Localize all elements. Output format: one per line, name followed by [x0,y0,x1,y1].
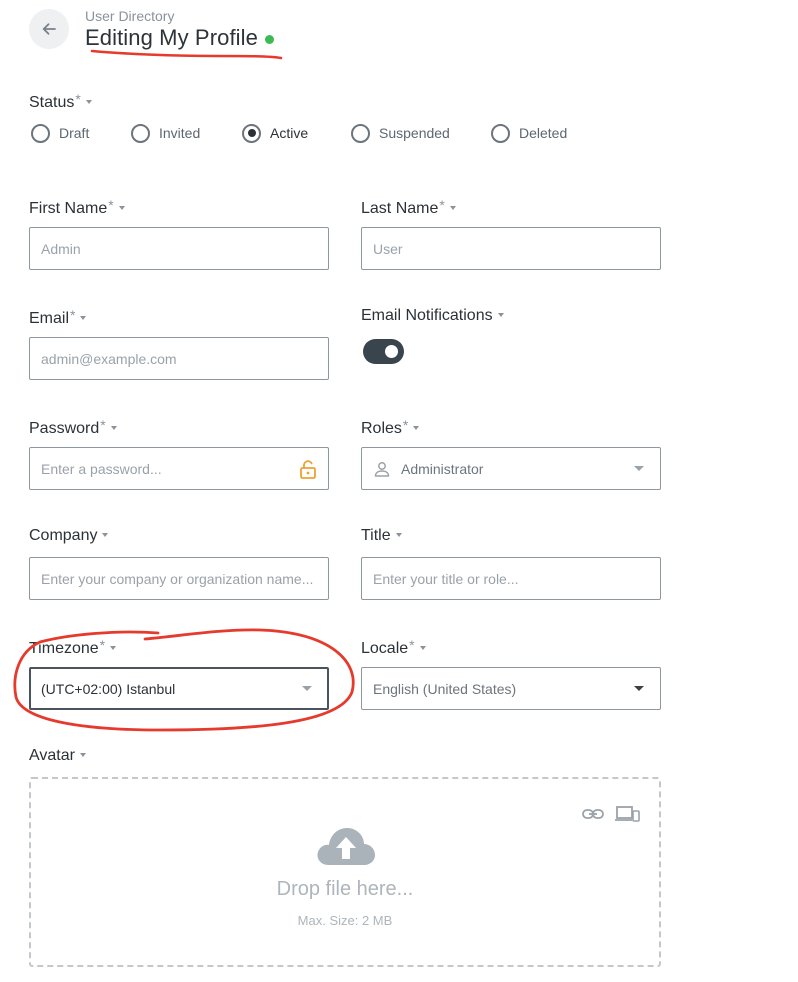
avatar-dropzone[interactable]: Drop file here... Max. Size: 2 MB [29,777,661,967]
locale-select[interactable]: English (United States) [361,667,661,710]
locale-label: Locale* [361,637,426,658]
cloud-upload-icon [317,828,375,865]
email-notifications-label: Email Notifications [361,307,504,325]
first-name-label: First Name* [29,197,125,218]
breadcrumb[interactable]: User Directory [85,8,174,24]
email-field[interactable] [29,337,329,380]
status-radio-suspended[interactable]: Suspended [351,123,450,143]
first-name-input[interactable] [41,240,317,257]
profile-edit-page: User Directory Editing My Profile Status… [0,0,798,982]
password-label: Password* [29,417,117,438]
chevron-down-icon [634,686,644,691]
online-status-dot [265,35,274,44]
email-notifications-toggle[interactable] [363,339,404,364]
title-field[interactable] [361,557,661,600]
link-icon[interactable] [582,807,604,821]
last-name-field[interactable] [361,227,661,270]
password-input[interactable] [41,460,293,477]
password-field[interactable] [29,447,329,490]
status-label: Status* [29,91,92,112]
roles-select[interactable]: Administrator [361,447,661,490]
company-input[interactable] [41,570,317,587]
timezone-select[interactable]: (UTC+02:00) Istanbul [29,667,329,710]
radio-circle [131,123,150,143]
avatar-label: Avatar [29,747,86,765]
roles-value: Administrator [401,460,484,477]
company-field[interactable] [29,557,329,600]
last-name-input[interactable] [373,240,649,257]
first-name-field[interactable] [29,227,329,270]
user-icon [374,461,390,477]
last-name-label: Last Name* [361,197,456,218]
back-button[interactable] [29,9,69,49]
status-radio-deleted[interactable]: Deleted [491,123,567,143]
timezone-label: Timezone* [29,637,117,658]
timezone-value: (UTC+02:00) Istanbul [41,680,176,697]
chevron-down-icon [302,686,312,691]
status-radio-active[interactable]: Active [242,123,308,143]
lock-open-icon[interactable] [299,459,317,479]
title-label: Title [361,527,402,545]
company-label: Company [29,527,109,545]
radio-circle [351,123,370,143]
title-input[interactable] [373,570,649,587]
max-size-text: Max. Size: 2 MB [297,913,393,928]
email-label: Email* [29,307,87,328]
toggle-knob [385,345,398,358]
locale-value: English (United States) [373,680,517,697]
roles-label: Roles* [361,417,420,438]
radio-circle [31,123,50,143]
devices-icon[interactable] [615,805,641,823]
arrow-left-icon [42,23,56,35]
chevron-down-icon [634,466,644,471]
radio-circle [242,123,261,143]
radio-circle [491,123,510,143]
status-radio-draft[interactable]: Draft [31,123,89,143]
status-radio-invited[interactable]: Invited [131,123,200,143]
email-input[interactable] [41,350,317,367]
page-title: Editing My Profile [85,25,258,50]
drop-file-text: Drop file here... [276,878,414,900]
